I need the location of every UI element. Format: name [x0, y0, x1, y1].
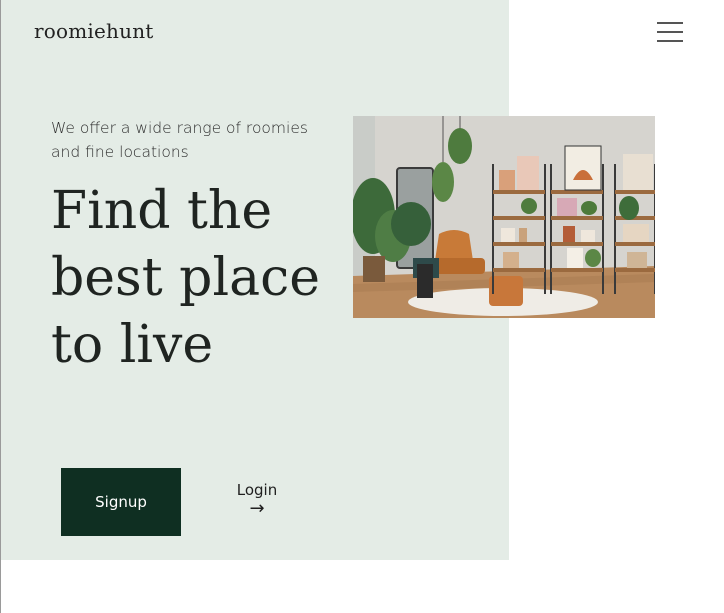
hero-headline: Find the best place to live [51, 181, 320, 375]
menu-line [657, 31, 683, 33]
hero-tagline: We offer a wide range of roomies and fin… [51, 119, 308, 161]
signup-button[interactable]: Signup [61, 468, 181, 536]
living-room-photo [353, 116, 655, 318]
arrow-right-icon: → [249, 498, 265, 519]
login-link[interactable]: Login → [228, 481, 286, 519]
hamburger-menu-icon[interactable] [655, 20, 685, 44]
menu-line [657, 40, 683, 42]
menu-line [657, 22, 683, 24]
living-room-illustration [353, 116, 655, 318]
login-label: Login [236, 481, 278, 499]
logo[interactable]: roomiehunt [34, 19, 154, 43]
